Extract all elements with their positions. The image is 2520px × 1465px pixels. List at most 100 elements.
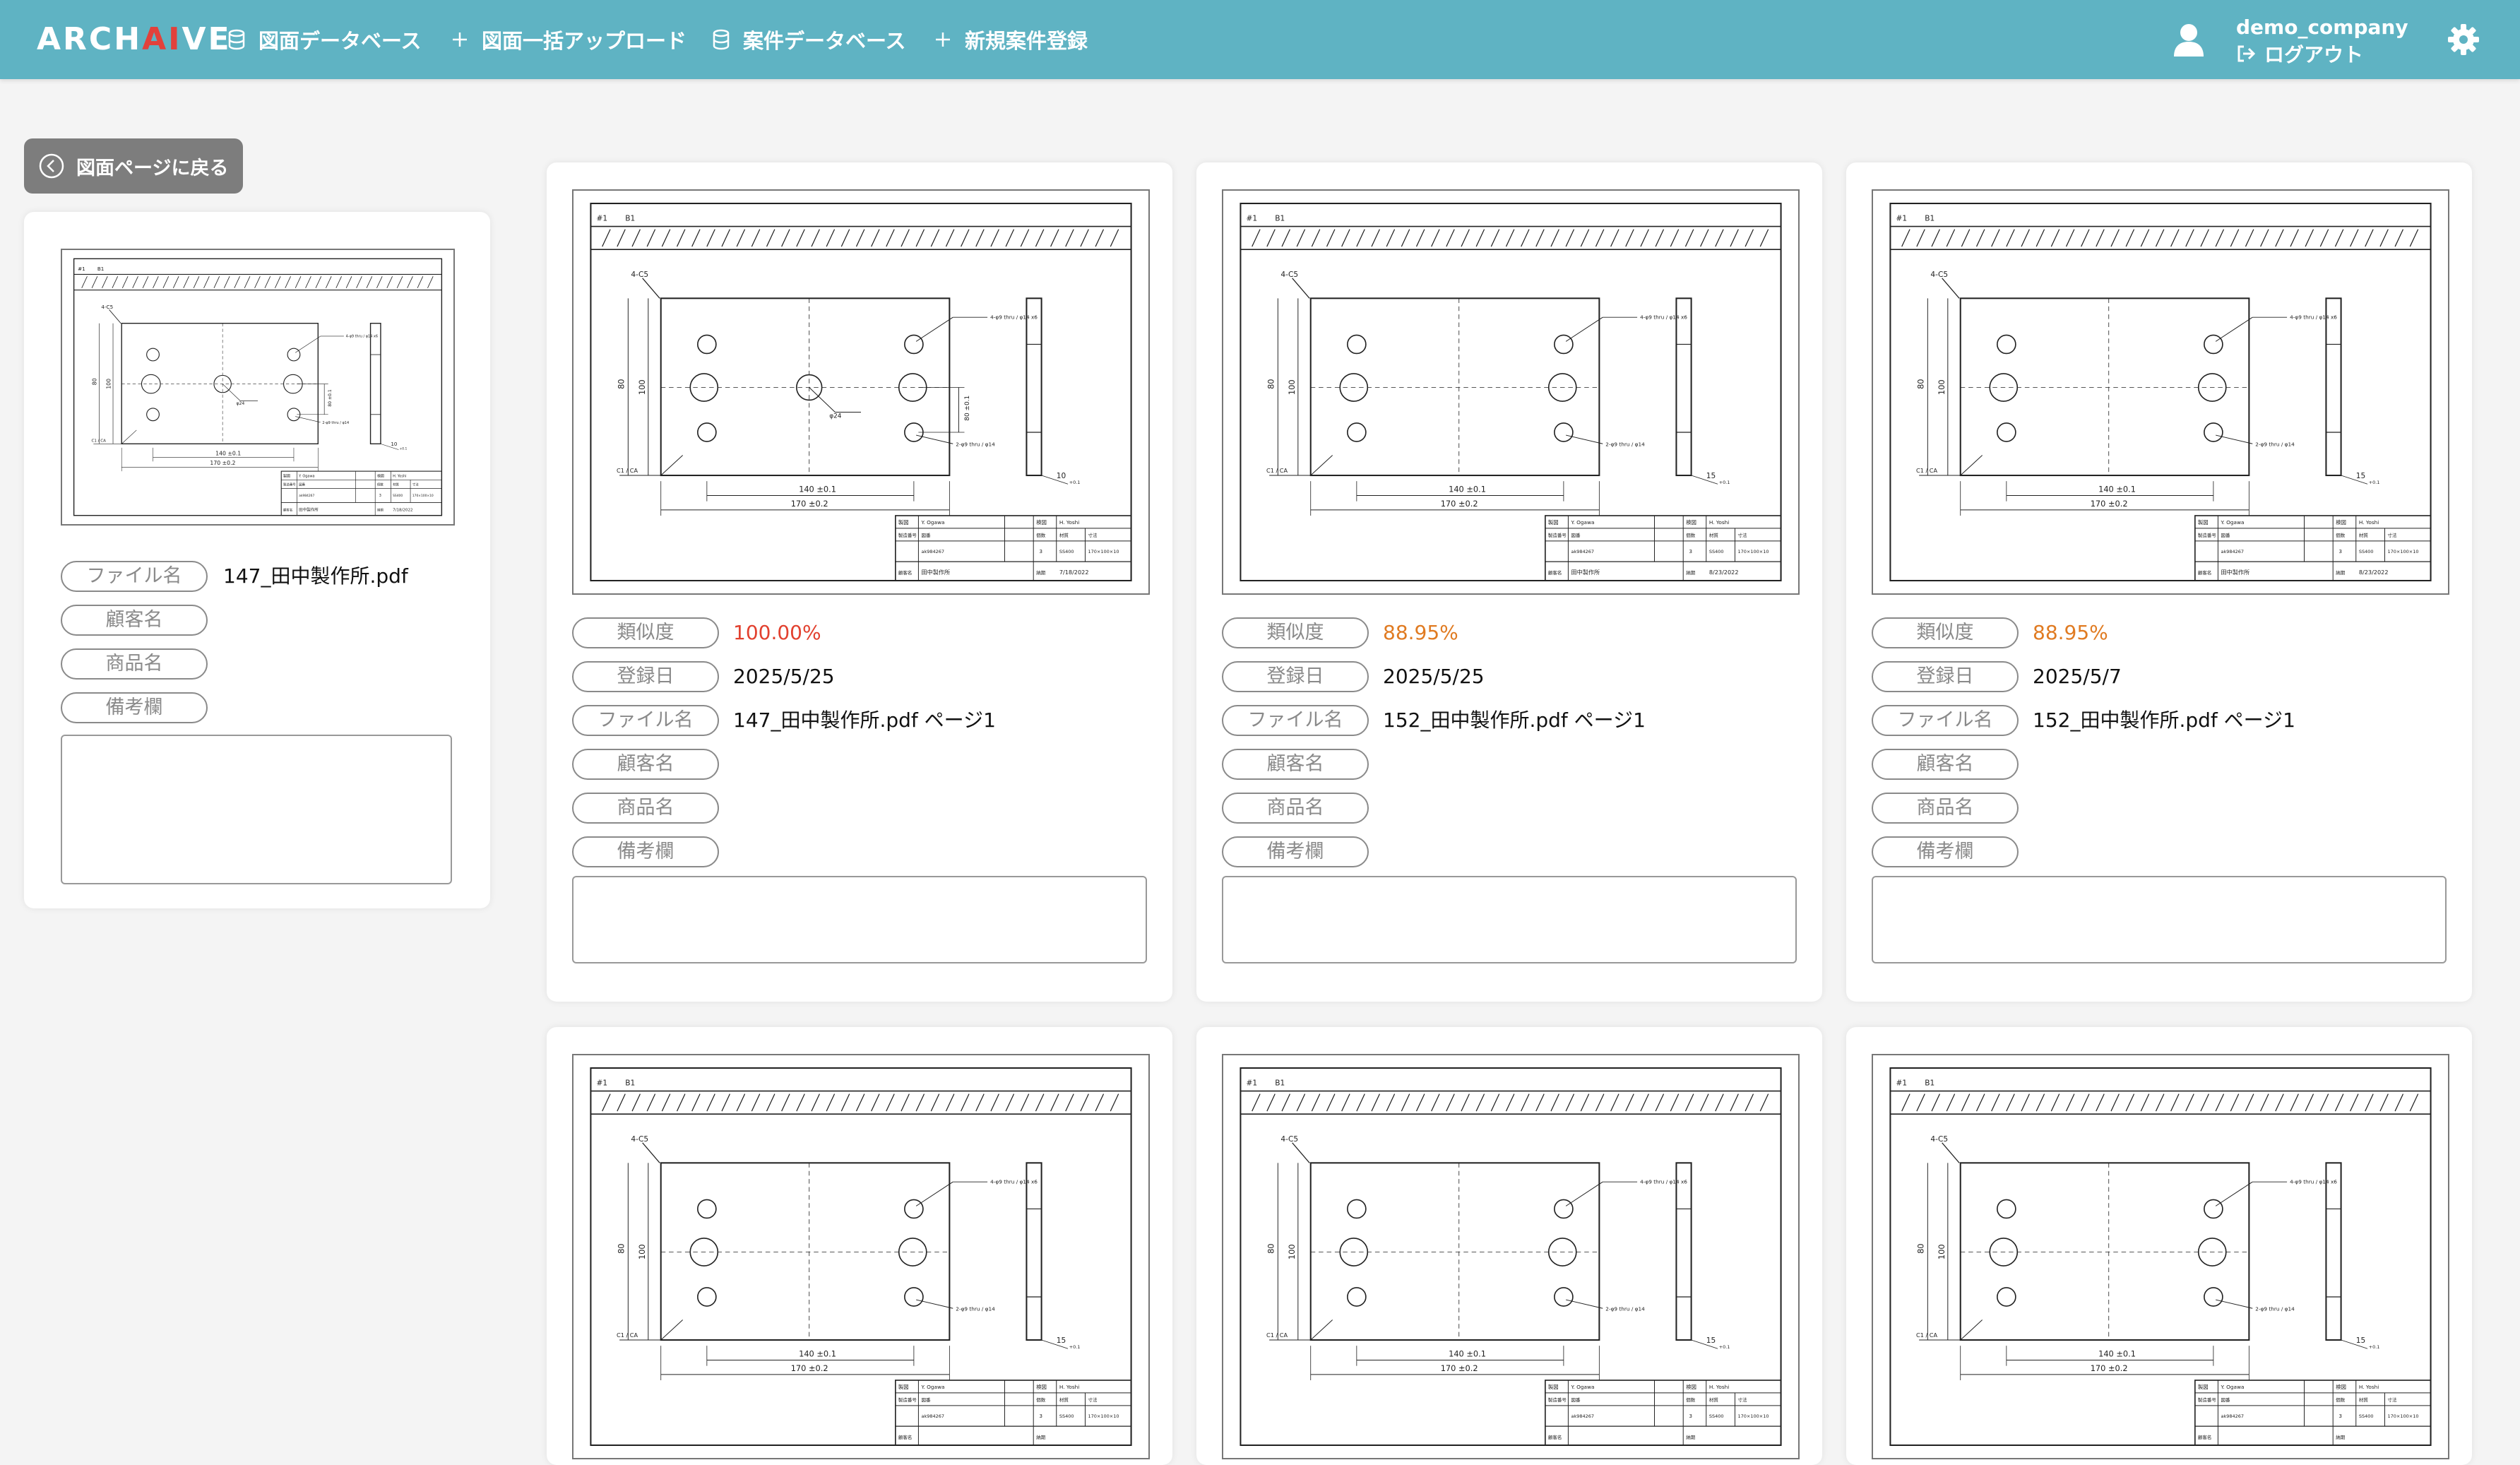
svg-text:納期: 納期 xyxy=(1036,569,1046,576)
logout-link[interactable]: ログアウト xyxy=(2236,40,2363,68)
nav-bulk-upload[interactable]: 図面一括アップロード xyxy=(451,21,687,58)
field-label-product: 商品名 xyxy=(1872,793,2019,824)
nav-new-project[interactable]: 新規案件登録 xyxy=(934,21,1088,58)
svg-text:ak984267: ak984267 xyxy=(2221,1413,2244,1419)
result-card[interactable]: #1 B1 4-C5 4-φ9 thru / φ14 x6 2-φ9 thru / φ1… xyxy=(1846,1027,2472,1465)
svg-text:100: 100 xyxy=(1937,379,1947,395)
svg-text:+0.1: +0.1 xyxy=(2369,1344,2380,1350)
svg-text:製造番号: 製造番号 xyxy=(2198,532,2217,538)
field-label-filename: ファイル名 xyxy=(1222,705,1369,736)
svg-text:15: 15 xyxy=(1706,472,1716,480)
memo-box[interactable] xyxy=(1872,876,2447,963)
similarity-score: 88.95% xyxy=(1383,621,1458,644)
result-drawing-thumbnail[interactable]: #1 B1 4-C5 4-φ9 thru / φ14 x6 2-φ9 thru / φ1… xyxy=(1872,1054,2449,1459)
result-card[interactable]: #1 B1 4-C5 4-φ9 thru / φ14 x6 2-φ9 thru / φ1… xyxy=(1196,162,1822,1002)
memo-box[interactable] xyxy=(572,876,1147,963)
svg-text:+0.1: +0.1 xyxy=(1719,1344,1730,1350)
drawing-image: #1 B1 4-C5 4-φ9 thru / φ14 x6 2-φ9 thru / φ1… xyxy=(1889,1067,2432,1447)
nav-project-database[interactable]: 案件データベース xyxy=(712,21,906,58)
svg-text:顧客名: 顧客名 xyxy=(1548,569,1562,576)
svg-text:4-φ9 thru / φ14 x6: 4-φ9 thru / φ14 x6 xyxy=(990,314,1038,321)
field-label-memo: 備考欄 xyxy=(572,836,719,867)
svg-text:170×100×10: 170×100×10 xyxy=(2388,1413,2419,1419)
field-label-customer: 顧客名 xyxy=(572,749,719,780)
result-drawing-thumbnail[interactable]: #1 B1 4-C5 4-φ9 thru / φ14 x6 2-φ9 thru / φ1… xyxy=(1222,189,1800,595)
back-button-label: 図面ページに戻る xyxy=(76,157,229,179)
field-label-customer: 顧客名 xyxy=(61,605,208,636)
svg-text:図番: 図番 xyxy=(1571,533,1581,538)
svg-text:Y. Ogawa: Y. Ogawa xyxy=(1570,1384,1594,1390)
result-card[interactable]: #1 B1 4-C5 4-φ9 thru / φ14 x6 2-φ9 thru / φ1… xyxy=(547,1027,1172,1465)
svg-text:田中製作所: 田中製作所 xyxy=(299,507,319,513)
svg-text:3: 3 xyxy=(1039,548,1042,554)
field-label-filename: ファイル名 xyxy=(1872,705,2019,736)
svg-text:100: 100 xyxy=(1287,379,1297,395)
svg-text:SS400: SS400 xyxy=(1059,1413,1074,1419)
gear-icon[interactable] xyxy=(2447,23,2480,57)
result-card[interactable]: #1 B1 4-C5 4-φ9 thru / φ14 x6 2-φ9 thru / φ1… xyxy=(1196,1027,1822,1465)
svg-text:SS400: SS400 xyxy=(2359,549,2374,554)
svg-text:検図: 検図 xyxy=(1036,519,1047,526)
svg-text:100: 100 xyxy=(106,379,112,389)
svg-text:170 ±0.2: 170 ±0.2 xyxy=(1441,499,1478,509)
svg-text:10: 10 xyxy=(391,441,398,447)
user-icon[interactable] xyxy=(2173,23,2205,58)
result-drawing-thumbnail[interactable]: #1 B1 4-C5 4-φ9 thru / φ14 x6 2-φ9 thru / φ1… xyxy=(1872,189,2449,595)
svg-text:製造番号: 製造番号 xyxy=(283,482,296,487)
svg-text:170 ±0.2: 170 ±0.2 xyxy=(791,499,828,509)
svg-text:図番: 図番 xyxy=(2221,1397,2230,1403)
source-drawing-thumbnail[interactable]: #1 B1 4-C5 4-φ9 thru / φ14 x6 2-φ9 thru / φ1… xyxy=(61,249,455,526)
memo-box[interactable] xyxy=(61,735,452,884)
svg-text:4-φ9 thru / φ14 x6: 4-φ9 thru / φ14 x6 xyxy=(2290,1179,2337,1185)
svg-text:B1: B1 xyxy=(625,214,635,223)
svg-text:2-φ9 thru / φ14: 2-φ9 thru / φ14 xyxy=(2255,1306,2295,1312)
svg-text:納期: 納期 xyxy=(377,508,384,513)
svg-text:2-φ9 thru / φ14: 2-φ9 thru / φ14 xyxy=(322,421,349,425)
svg-text:製造番号: 製造番号 xyxy=(898,532,917,538)
svg-text:B1: B1 xyxy=(1275,214,1285,223)
nav-drawing-database[interactable]: 図面データベース xyxy=(227,21,422,58)
svg-text:3: 3 xyxy=(379,494,381,498)
svg-text:4-C5: 4-C5 xyxy=(631,1135,648,1144)
svg-text:製図: 製図 xyxy=(2198,1384,2209,1390)
svg-text:#1: #1 xyxy=(1247,1079,1258,1087)
result-card[interactable]: #1 B1 4-C5 4-φ9 thru / φ14 x6 2-φ9 thru / φ1… xyxy=(547,162,1172,1002)
svg-text:Y. Ogawa: Y. Ogawa xyxy=(1570,519,1594,526)
field-value-filename: 152_田中製作所.pdf ページ1 xyxy=(2033,708,2295,732)
svg-text:140 ±0.1: 140 ±0.1 xyxy=(2098,1349,2136,1359)
svg-text:SS400: SS400 xyxy=(1059,549,1074,554)
svg-text:材質: 材質 xyxy=(2359,1396,2369,1403)
svg-text:3: 3 xyxy=(1689,1413,1692,1419)
svg-text:Y. Ogawa: Y. Ogawa xyxy=(2220,1384,2244,1390)
back-to-drawing-button[interactable]: 図面ページに戻る xyxy=(24,138,243,194)
svg-text:4-C5: 4-C5 xyxy=(1280,1135,1298,1144)
result-drawing-thumbnail[interactable]: #1 B1 4-C5 4-φ9 thru / φ14 x6 2-φ9 thru / φ1… xyxy=(572,1054,1150,1459)
result-drawing-thumbnail[interactable]: #1 B1 4-C5 4-φ9 thru / φ14 x6 2-φ9 thru / φ1… xyxy=(1222,1054,1800,1459)
svg-text:顧客名: 顧客名 xyxy=(1548,1434,1562,1440)
svg-text:2-φ9 thru / φ14: 2-φ9 thru / φ14 xyxy=(956,1306,995,1312)
svg-text:ak984267: ak984267 xyxy=(921,1413,944,1419)
similarity-score: 88.95% xyxy=(2033,621,2108,644)
plus-icon xyxy=(936,32,950,47)
svg-text:7/18/2022: 7/18/2022 xyxy=(1059,569,1089,576)
result-drawing-thumbnail[interactable]: #1 B1 4-C5 4-φ9 thru / φ14 x6 2-φ9 thru / φ1… xyxy=(572,189,1150,595)
svg-text:Y. Ogawa: Y. Ogawa xyxy=(298,474,314,478)
svg-text:材質: 材質 xyxy=(1709,1396,1719,1403)
svg-text:3: 3 xyxy=(1039,1413,1042,1419)
top-navbar: ARCHAIVE 図面データベース 図面一括アップロード 案件データベース 新規… xyxy=(0,0,2520,79)
svg-text:170×100×10: 170×100×10 xyxy=(412,494,434,498)
svg-text:図番: 図番 xyxy=(1571,1397,1581,1403)
svg-text:170×100×10: 170×100×10 xyxy=(2388,549,2419,554)
svg-text:170 ±0.2: 170 ±0.2 xyxy=(2091,499,2128,509)
svg-text:Y. Ogawa: Y. Ogawa xyxy=(920,1384,944,1390)
svg-text:#1: #1 xyxy=(597,1079,608,1087)
memo-box[interactable] xyxy=(1222,876,1797,963)
field-value-registered: 2025/5/25 xyxy=(733,665,835,688)
nav-label: 案件データベース xyxy=(743,29,906,53)
result-card[interactable]: #1 B1 4-C5 4-φ9 thru / φ14 x6 2-φ9 thru / φ1… xyxy=(1846,162,2472,1002)
field-value-filename: 147_田中製作所.pdf xyxy=(223,564,408,588)
svg-text:検図: 検図 xyxy=(2336,519,2346,526)
svg-text:+0.1: +0.1 xyxy=(2369,480,2380,485)
app-logo[interactable]: ARCHAIVE xyxy=(37,18,232,61)
field-label-registered: 登録日 xyxy=(572,661,719,692)
